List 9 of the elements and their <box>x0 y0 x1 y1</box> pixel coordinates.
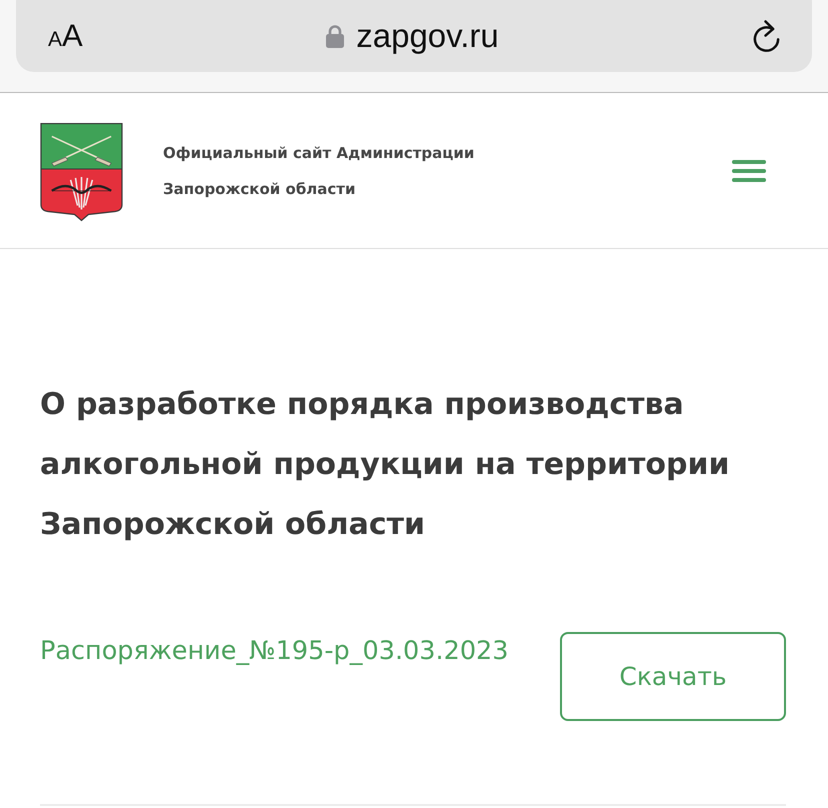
coat-of-arms-icon[interactable] <box>40 122 123 222</box>
url-text: zapgov.ru <box>356 17 499 55</box>
menu-icon[interactable] <box>732 160 766 182</box>
text-size-button[interactable]: AA <box>48 18 88 54</box>
site-title-line: Официальный сайт Администрации <box>163 142 474 162</box>
site-title-line: Запорожской области <box>163 178 356 198</box>
reload-icon[interactable] <box>751 20 782 52</box>
article-title: О разработке порядка производства алкогольной продукции на территории Запорожской области <box>40 386 731 544</box>
address-bar[interactable]: AA zapgov.ru <box>16 0 812 72</box>
